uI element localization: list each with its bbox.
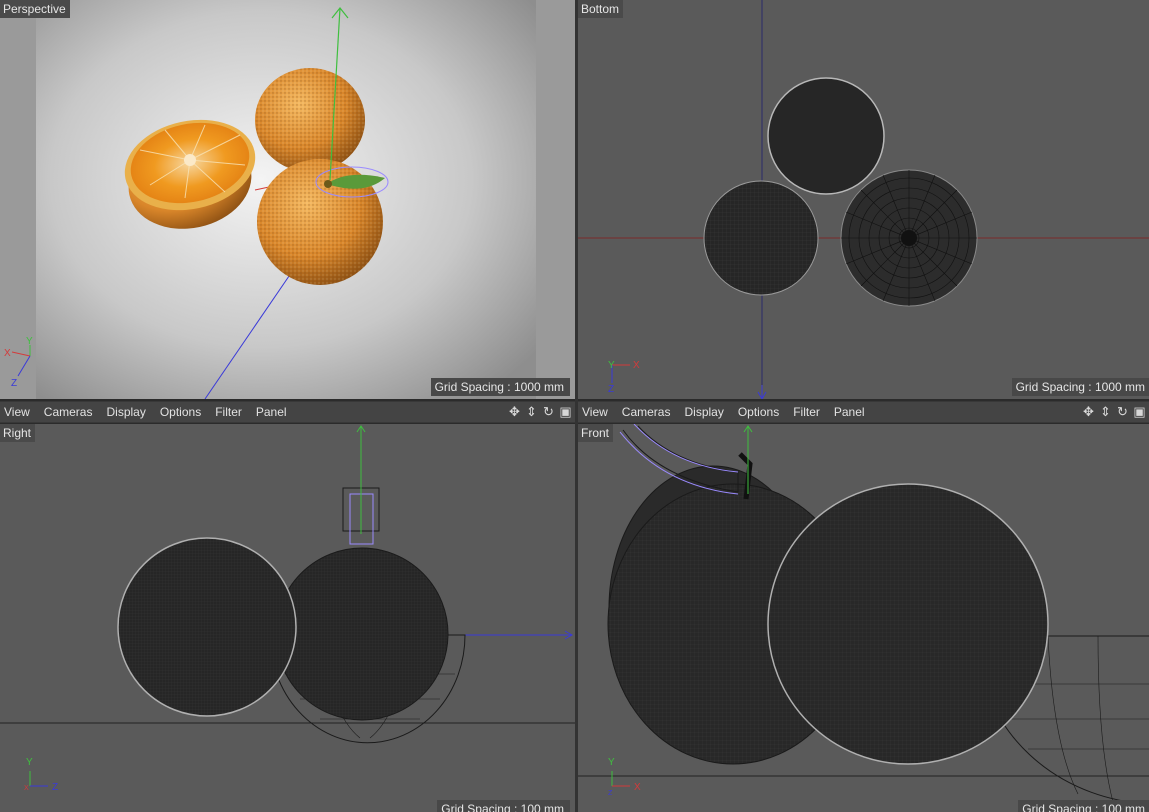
axis-y-label: Y: [608, 360, 615, 371]
bottom-canvas[interactable]: Y X Z: [578, 0, 1149, 399]
viewport-bottom[interactable]: Y X Z Bottom Grid Spacing : 1000 mm: [578, 0, 1149, 399]
move-view-icon[interactable]: ✥: [507, 403, 522, 421]
viewport-front[interactable]: Y X Z Front Grid Spacing : 100 mm: [578, 424, 1149, 812]
grid-spacing-bottom: Grid Spacing : 1000 mm: [1011, 378, 1149, 396]
menu-view[interactable]: View: [578, 402, 615, 422]
mesh-orange-top[interactable]: [767, 77, 885, 195]
menu-options[interactable]: Options: [153, 402, 208, 422]
menu-panel[interactable]: Panel: [827, 402, 872, 422]
rotate-view-icon[interactable]: ↻: [1115, 403, 1130, 421]
front-canvas[interactable]: Y X Z: [578, 424, 1149, 812]
axis-x-label: X: [4, 348, 11, 359]
mesh-orange-right[interactable]: [840, 169, 978, 307]
axis-indicator: Y X Z: [608, 360, 640, 395]
axis-z-label: Z: [11, 378, 17, 389]
right-canvas[interactable]: Y Z X: [0, 424, 575, 812]
menu-options[interactable]: Options: [731, 402, 786, 422]
viewport-perspective[interactable]: Y X Z Perspective Grid Spacing : 1000 mm: [0, 0, 575, 399]
menu-view[interactable]: View: [0, 402, 37, 422]
axis-z-label: Z: [608, 384, 614, 395]
axis-x-label: X: [634, 782, 641, 793]
menu-filter[interactable]: Filter: [786, 402, 827, 422]
viewport-label-bottom[interactable]: Bottom: [578, 0, 624, 18]
menu-display[interactable]: Display: [99, 402, 152, 422]
viewport-label-front[interactable]: Front: [578, 424, 614, 442]
grid-spacing-perspective: Grid Spacing : 1000 mm: [430, 378, 570, 396]
mesh-orange-front[interactable]: [767, 483, 1049, 765]
axis-x-label: X: [24, 785, 29, 792]
grid-spacing-right: Grid Spacing : 100 mm: [437, 800, 570, 812]
menubar-right: View Cameras Display Options Filter Pane…: [578, 401, 1149, 423]
axis-z-label: Z: [608, 790, 613, 797]
toggle-panel-icon[interactable]: ▣: [1132, 403, 1147, 421]
menu-filter[interactable]: Filter: [208, 402, 249, 422]
perspective-canvas[interactable]: Y X Z: [0, 0, 575, 399]
orange-top[interactable]: [255, 68, 365, 172]
viewport-label-right[interactable]: Right: [0, 424, 36, 442]
toggle-panel-icon[interactable]: ▣: [558, 403, 573, 421]
menu-cameras[interactable]: Cameras: [37, 402, 100, 422]
axis-x-label: X: [633, 360, 640, 371]
axis-indicator: Y X Z: [608, 757, 641, 797]
move-view-icon[interactable]: ✥: [1081, 403, 1096, 421]
menu-display[interactable]: Display: [677, 402, 730, 422]
menu-panel[interactable]: Panel: [249, 402, 294, 422]
axis-y-label: Y: [26, 757, 33, 768]
mesh-orange-left[interactable]: [703, 180, 819, 296]
rotate-view-icon[interactable]: ↻: [541, 403, 556, 421]
axis-y-label: Y: [608, 757, 615, 768]
viewport-label-perspective[interactable]: Perspective: [0, 0, 70, 18]
mesh-orange-back[interactable]: [275, 547, 449, 721]
axis-y-label: Y: [26, 336, 33, 347]
dolly-view-icon[interactable]: ⇕: [524, 403, 539, 421]
dolly-view-icon[interactable]: ⇕: [1098, 403, 1113, 421]
mesh-orange-front[interactable]: [117, 537, 297, 717]
viewport-divider[interactable]: [575, 0, 578, 812]
viewport-right[interactable]: Y Z X Right Grid Spacing : 100 mm: [0, 424, 575, 812]
menubar-left: View Cameras Display Options Filter Pane…: [0, 401, 575, 423]
axis-indicator: Y Z X: [24, 757, 58, 793]
axis-z-label: Z: [52, 782, 58, 793]
grid-spacing-front: Grid Spacing : 100 mm: [1018, 800, 1149, 812]
menu-cameras[interactable]: Cameras: [615, 402, 678, 422]
